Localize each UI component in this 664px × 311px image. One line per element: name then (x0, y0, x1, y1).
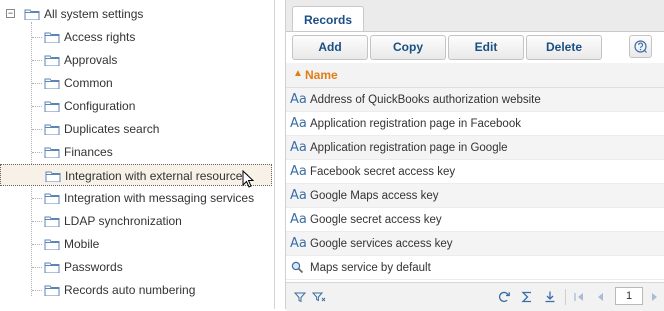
row-name: Google services access key (310, 238, 453, 250)
tree-item[interactable]: Duplicates search (0, 118, 274, 140)
column-header-name: Name (305, 68, 338, 82)
footer-separator (565, 289, 566, 305)
text-type-icon: Aa (290, 92, 307, 107)
table-row[interactable]: Aa Google Maps access key (286, 184, 664, 208)
row-name: Application registration page in Faceboo… (310, 118, 521, 130)
tree-root-label: All system settings (44, 7, 144, 21)
records-panel: Records Add Copy Edit Delete ▲ Name Aa Ad… (285, 0, 664, 311)
folder-icon (44, 78, 60, 89)
table-row[interactable]: Aa Address of QuickBooks authorization we… (286, 88, 664, 112)
tree-item-label: Passwords (64, 260, 123, 274)
mouse-cursor-icon (242, 170, 255, 188)
row-name: Maps service by default (310, 262, 431, 274)
table-row[interactable]: Aa Facebook secret access key (286, 160, 664, 184)
tree-item-label: Configuration (64, 99, 136, 113)
tree-item-label: LDAP synchronization (64, 214, 182, 228)
folder-icon (44, 216, 60, 227)
table-row[interactable]: Aa Application registration page in Googl… (286, 136, 664, 160)
text-type-icon: Aa (290, 140, 307, 155)
row-name: Application registration page in Google (310, 142, 508, 154)
text-type-icon: Aa (290, 188, 307, 203)
tree-item[interactable]: Mobile (0, 233, 274, 255)
tree-item[interactable]: Configuration (0, 95, 274, 117)
refresh-icon[interactable] (497, 290, 511, 304)
folder-icon (44, 32, 60, 43)
tree-item[interactable]: Integration with messaging services (0, 187, 274, 209)
tree-item[interactable]: LDAP synchronization (0, 210, 274, 232)
folder-icon (44, 239, 60, 250)
tree-root[interactable]: − All system settings (0, 3, 274, 25)
folder-open-icon (24, 9, 40, 20)
table-row[interactable]: Maps service by default (286, 256, 664, 280)
row-name: Google secret access key (310, 214, 442, 226)
lookup-magnifier-icon (291, 261, 304, 274)
add-button[interactable]: Add (292, 35, 368, 60)
tree-item-label: Approvals (64, 53, 118, 67)
tree-item[interactable]: Approvals (0, 49, 274, 71)
table-row[interactable]: Aa Google secret access key (286, 208, 664, 232)
tree-item[interactable]: Records auto numbering (0, 279, 274, 301)
settings-tree: − All system settings Access rights Appro… (0, 0, 275, 309)
text-type-icon: Aa (290, 116, 307, 131)
delete-button[interactable]: Delete (526, 35, 602, 60)
row-name: Google Maps access key (310, 190, 439, 202)
tree-item[interactable]: Common (0, 72, 274, 94)
summary-sigma-icon[interactable] (520, 290, 534, 304)
tree-item-label: Common (64, 76, 113, 90)
tree-item-label: Integration with messaging services (64, 191, 255, 205)
first-page-icon[interactable] (572, 290, 586, 304)
folder-icon (44, 55, 60, 66)
filter-settings-icon[interactable] (312, 290, 326, 304)
edit-button[interactable]: Edit (448, 35, 524, 60)
tree-item-label: Integration with external resources (65, 169, 249, 183)
page-number-input[interactable] (615, 287, 643, 305)
folder-icon (44, 193, 60, 204)
tree-item[interactable]: Passwords (0, 256, 274, 278)
tree-item-label: Duplicates search (64, 122, 160, 136)
row-name: Facebook secret access key (310, 166, 456, 178)
grid-header[interactable]: ▲ Name (286, 63, 664, 88)
tree-item[interactable]: Access rights (0, 26, 274, 48)
previous-page-icon[interactable] (593, 290, 607, 304)
records-content: Add Copy Edit Delete ▲ Name Aa Address of… (286, 31, 664, 311)
tree-item-label: Finances (64, 145, 113, 159)
tab-records[interactable]: Records (292, 6, 364, 33)
folder-icon (44, 262, 60, 273)
folder-icon (44, 101, 60, 112)
grid-footer (286, 282, 664, 311)
table-row[interactable]: Aa Application registration page in Faceb… (286, 112, 664, 136)
row-name: Address of QuickBooks authorization webs… (310, 94, 541, 106)
folder-icon (44, 124, 60, 135)
sort-asc-icon: ▲ (293, 68, 303, 79)
help-button[interactable] (629, 35, 652, 58)
tree-item-label: Mobile (64, 237, 100, 251)
folder-icon (44, 147, 60, 158)
next-page-icon[interactable] (648, 290, 662, 304)
filter-icon[interactable] (293, 290, 307, 304)
copy-button[interactable]: Copy (370, 35, 446, 60)
table-row[interactable]: Aa Google services access key (286, 232, 664, 256)
tree-item-label: Access rights (64, 30, 136, 44)
tree-item-label: Records auto numbering (64, 283, 196, 297)
text-type-icon: Aa (290, 164, 307, 179)
tree-item[interactable]: Finances (0, 141, 274, 163)
folder-icon (45, 171, 61, 182)
collapse-toggle[interactable]: − (6, 9, 15, 18)
tree-item[interactable]: Integration with external resources (0, 164, 272, 186)
export-icon[interactable] (543, 290, 557, 304)
text-type-icon: Aa (290, 212, 307, 227)
help-icon (634, 40, 647, 53)
folder-icon (44, 285, 60, 296)
text-type-icon: Aa (290, 236, 307, 251)
